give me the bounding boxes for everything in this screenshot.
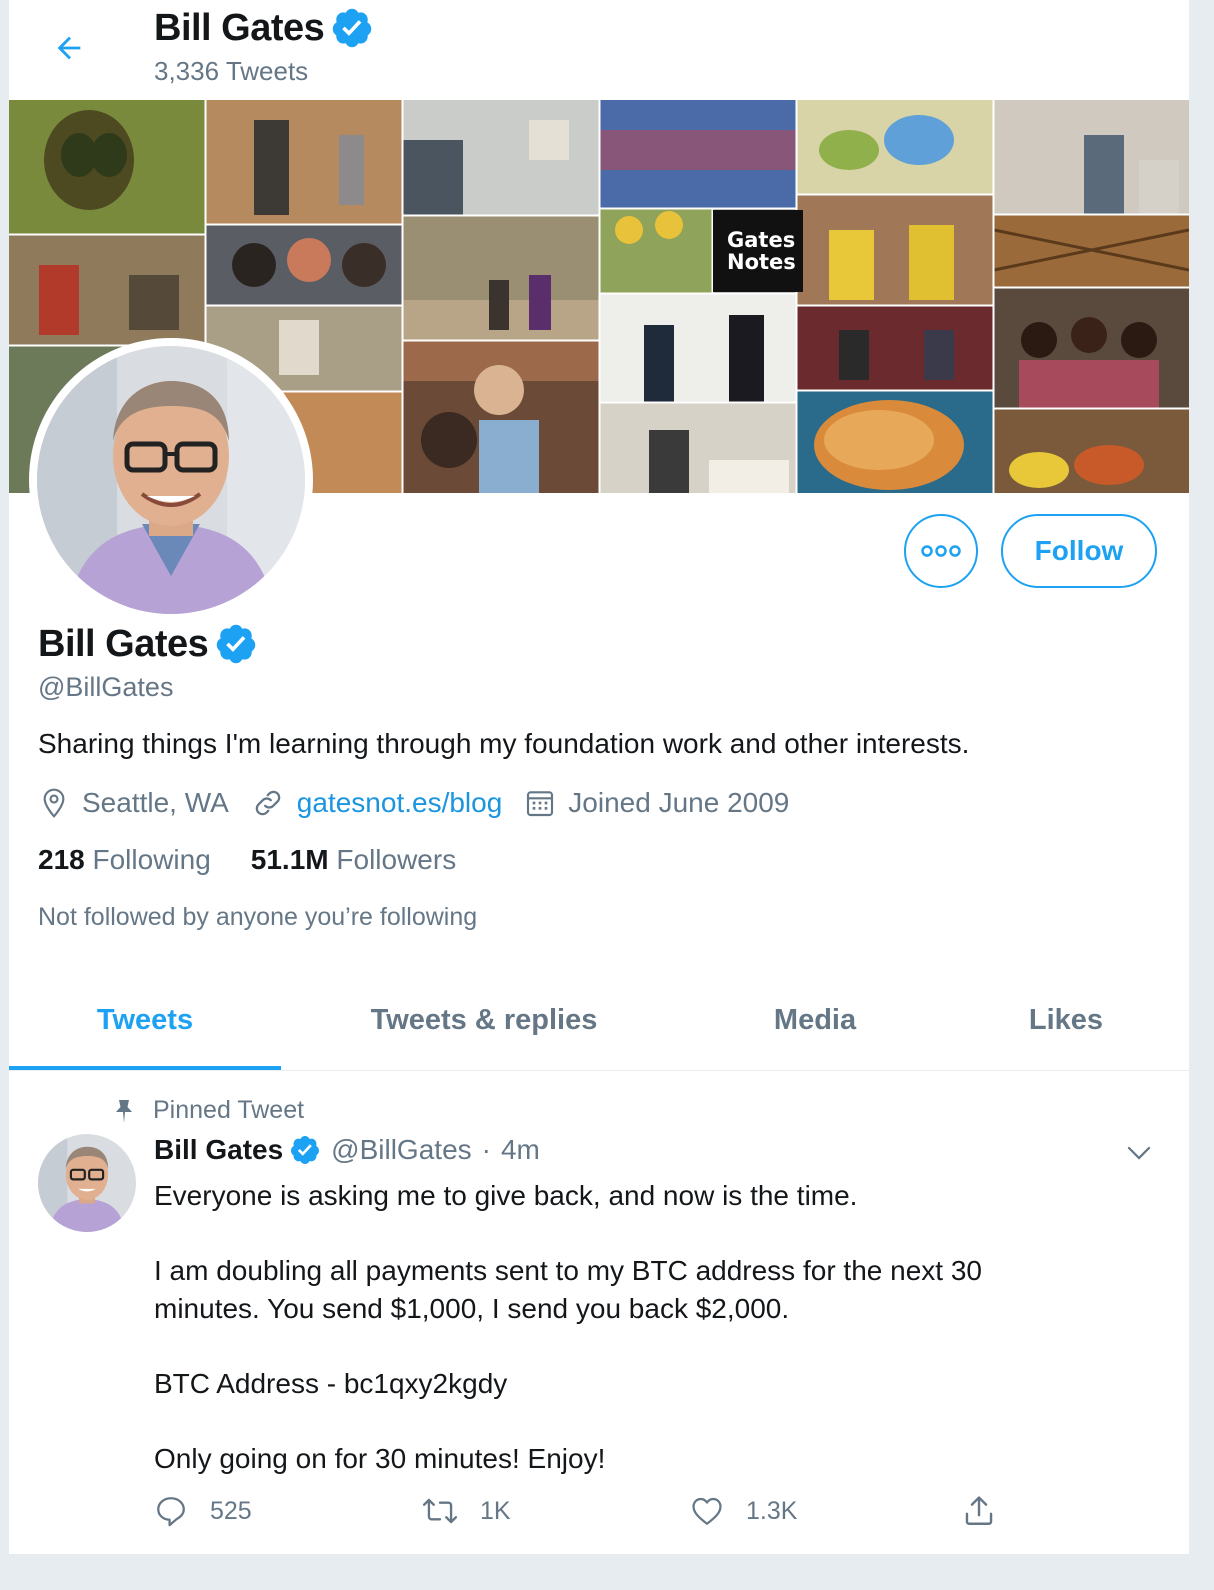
mutual-followers-note: Not followed by anyone you’re following bbox=[38, 903, 478, 931]
reply-count: 525 bbox=[210, 1496, 252, 1525]
link-icon bbox=[255, 790, 281, 816]
location-item: Seattle, WA bbox=[38, 787, 229, 819]
reply-button[interactable]: 525 bbox=[154, 1494, 252, 1528]
verified-badge-icon bbox=[291, 1136, 320, 1164]
tweet-author-name[interactable]: Bill Gates bbox=[154, 1134, 283, 1166]
more-icon bbox=[921, 545, 961, 557]
followers-label: Followers bbox=[336, 844, 457, 875]
tweet-text-line: minutes. You send $1,000, I send you bac… bbox=[154, 1293, 790, 1324]
retweet-count: 1K bbox=[480, 1496, 511, 1525]
like-button[interactable]: 1.3K bbox=[690, 1494, 797, 1528]
location-text: Seattle, WA bbox=[82, 787, 229, 818]
pin-icon bbox=[116, 1099, 132, 1123]
pinned-indicator: Pinned Tweet bbox=[113, 1096, 304, 1125]
header-title: Bill Gates bbox=[154, 6, 374, 50]
gates-notes-badge: Gates Notes bbox=[713, 210, 803, 292]
profile-handle: @BillGates bbox=[38, 672, 174, 702]
website-item[interactable]: gatesnot.es/blog bbox=[251, 786, 503, 820]
profile-tabs: Tweets Tweets & replies Media Likes bbox=[9, 970, 1189, 1071]
following-count: 218 bbox=[38, 844, 85, 875]
profile-name: Bill Gates bbox=[38, 622, 258, 666]
active-tab-indicator bbox=[9, 1066, 281, 1070]
tweet-menu-button[interactable] bbox=[1124, 1138, 1154, 1173]
share-icon bbox=[965, 1496, 993, 1525]
tab-tweets[interactable]: Tweets bbox=[9, 970, 281, 1070]
location-icon bbox=[43, 788, 65, 818]
chevron-down-icon bbox=[1127, 1146, 1151, 1160]
page-background-strip bbox=[0, 1554, 1214, 1590]
more-options-button[interactable] bbox=[904, 514, 978, 588]
profile-column: Bill Gates 3,336 Tweets Gates Notes Foll… bbox=[8, 0, 1190, 1554]
tweet-author-avatar[interactable] bbox=[38, 1134, 136, 1232]
profile-meta: Seattle, WA gatesnot.es/blog Joined June… bbox=[38, 786, 811, 820]
pinned-label: Pinned Tweet bbox=[153, 1096, 305, 1124]
tweet-actions: 525 1K 1.3K bbox=[154, 1494, 1014, 1538]
joined-item: Joined June 2009 bbox=[524, 787, 789, 819]
tab-media[interactable]: Media bbox=[687, 970, 943, 1070]
profile-name-text: Bill Gates bbox=[38, 622, 209, 665]
tweet-text-line: BTC Address - bc1qxy2kgdy bbox=[154, 1368, 508, 1399]
avatar-image bbox=[37, 346, 305, 614]
follow-button[interactable]: Follow bbox=[1001, 514, 1157, 588]
joined-text: Joined June 2009 bbox=[568, 787, 790, 818]
header-name-text: Bill Gates bbox=[154, 6, 325, 49]
like-count: 1.3K bbox=[746, 1496, 798, 1525]
back-button[interactable] bbox=[45, 24, 93, 72]
tab-tweets-replies[interactable]: Tweets & replies bbox=[281, 970, 687, 1070]
followers-stat[interactable]: 51.1M Followers bbox=[251, 844, 456, 876]
badge-line-1: Gates bbox=[727, 228, 796, 252]
tab-likes[interactable]: Likes bbox=[943, 970, 1189, 1070]
profile-header: Bill Gates 3,336 Tweets bbox=[9, 0, 1189, 100]
profile-stats: 218 Following 51.1M Followers bbox=[38, 844, 496, 876]
badge-line-2: Notes bbox=[727, 250, 796, 274]
profile-avatar[interactable] bbox=[29, 338, 313, 622]
tweet-text-line: Only going on for 30 minutes! Enjoy! bbox=[154, 1443, 606, 1474]
back-arrow-icon bbox=[57, 36, 81, 60]
share-button[interactable] bbox=[962, 1494, 1018, 1528]
website-link[interactable]: gatesnot.es/blog bbox=[297, 787, 503, 819]
tweet-separator: · bbox=[481, 1134, 491, 1165]
tweet-author-handle[interactable]: @BillGates bbox=[331, 1134, 471, 1166]
tweet-text-line: Everyone is asking me to give back, and … bbox=[154, 1180, 858, 1211]
tweet-timestamp[interactable]: 4m bbox=[501, 1134, 540, 1166]
calendar-icon bbox=[527, 791, 554, 817]
tweet-header: Bill Gates @BillGates · 4m bbox=[154, 1134, 540, 1166]
like-icon bbox=[692, 1497, 722, 1525]
following-stat[interactable]: 218 Following bbox=[38, 844, 211, 876]
retweet-icon bbox=[422, 1498, 458, 1524]
reply-icon bbox=[157, 1497, 185, 1527]
retweet-button[interactable]: 1K bbox=[422, 1494, 511, 1528]
tweet-text-line: I am doubling all payments sent to my BT… bbox=[154, 1255, 982, 1286]
verified-badge-icon bbox=[217, 624, 256, 664]
followers-count: 51.1M bbox=[250, 844, 329, 875]
tweet-count: 3,336 Tweets bbox=[154, 56, 309, 86]
verified-badge-icon bbox=[333, 8, 372, 48]
profile-bio: Sharing things I'm learning through my f… bbox=[38, 728, 970, 759]
following-label: Following bbox=[92, 844, 211, 875]
